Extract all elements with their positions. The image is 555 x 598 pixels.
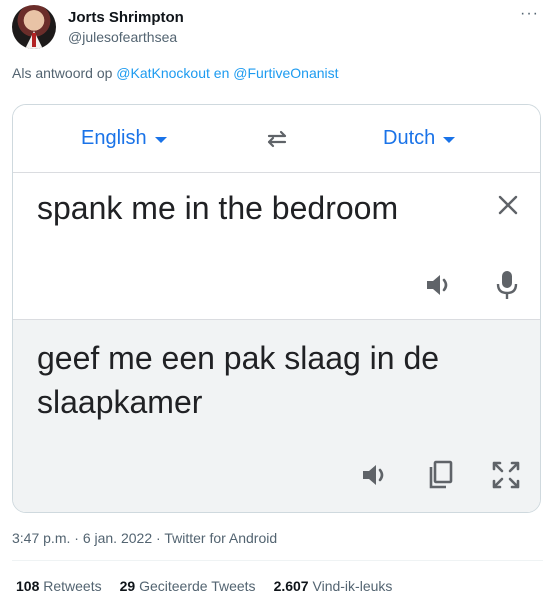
reply-user-link[interactable]: @FurtiveOnanist xyxy=(233,65,338,81)
author-name[interactable]: Jorts Shrimpton xyxy=(68,9,184,26)
tweet-date[interactable]: 6 jan. 2022 xyxy=(83,530,152,546)
swap-icon[interactable] xyxy=(263,125,291,153)
speaker-icon[interactable] xyxy=(423,269,455,301)
speaker-icon[interactable] xyxy=(359,459,391,491)
source-panel: spank me in the bedroom xyxy=(13,173,540,320)
tweet-meta: 3:47 p.m. · 6 jan. 2022 · Twitter for An… xyxy=(12,530,277,546)
translation-panel: geef me een pak slaag in de slaapkamer xyxy=(13,320,540,512)
divider xyxy=(12,560,543,561)
reply-prefix: Als antwoord op xyxy=(12,65,113,81)
author-handle[interactable]: @julesofearthsea xyxy=(68,29,177,45)
meta-separator: · xyxy=(156,530,161,546)
reply-conjunction: en xyxy=(213,65,230,81)
fullscreen-icon[interactable] xyxy=(491,460,521,490)
target-language-selector[interactable]: Dutch xyxy=(383,127,456,150)
reply-user-link[interactable]: @KatKnockout xyxy=(116,65,210,81)
caret-down-icon xyxy=(443,137,456,143)
attached-image-translate[interactable]: English Dutch spank me in the bedroom ge… xyxy=(12,104,541,513)
target-language-label: Dutch xyxy=(383,127,436,149)
tweet-source[interactable]: Twitter for Android xyxy=(164,530,277,546)
caret-down-icon xyxy=(154,137,167,143)
tweet-header: Jorts Shrimpton @julesofearthsea ··· xyxy=(12,5,543,53)
tweet-stats: 108 Retweets 29 Geciteerde Tweets 2.607 … xyxy=(16,578,392,594)
quotes-stat[interactable]: 29 Geciteerde Tweets xyxy=(120,578,256,594)
retweets-stat[interactable]: 108 Retweets xyxy=(16,578,102,594)
reply-context: Als antwoord op @KatKnockout en @Furtive… xyxy=(12,65,339,81)
source-language-label: English xyxy=(81,127,147,149)
source-language-selector[interactable]: English xyxy=(81,127,167,150)
meta-separator: · xyxy=(74,530,79,546)
avatar[interactable] xyxy=(12,5,56,49)
close-icon[interactable] xyxy=(496,193,520,217)
microphone-icon[interactable] xyxy=(495,269,519,301)
likes-stat[interactable]: 2.607 Vind-ik-leuks xyxy=(274,578,393,594)
copy-icon[interactable] xyxy=(426,459,456,491)
tweet-time[interactable]: 3:47 p.m. xyxy=(12,530,70,546)
more-options-icon[interactable]: ··· xyxy=(520,6,539,22)
avatar-tie xyxy=(32,33,36,47)
source-text[interactable]: spank me in the bedroom xyxy=(37,190,398,227)
translated-text: geef me een pak slaag in de slaapkamer xyxy=(37,340,440,420)
language-bar: English Dutch xyxy=(13,105,540,173)
